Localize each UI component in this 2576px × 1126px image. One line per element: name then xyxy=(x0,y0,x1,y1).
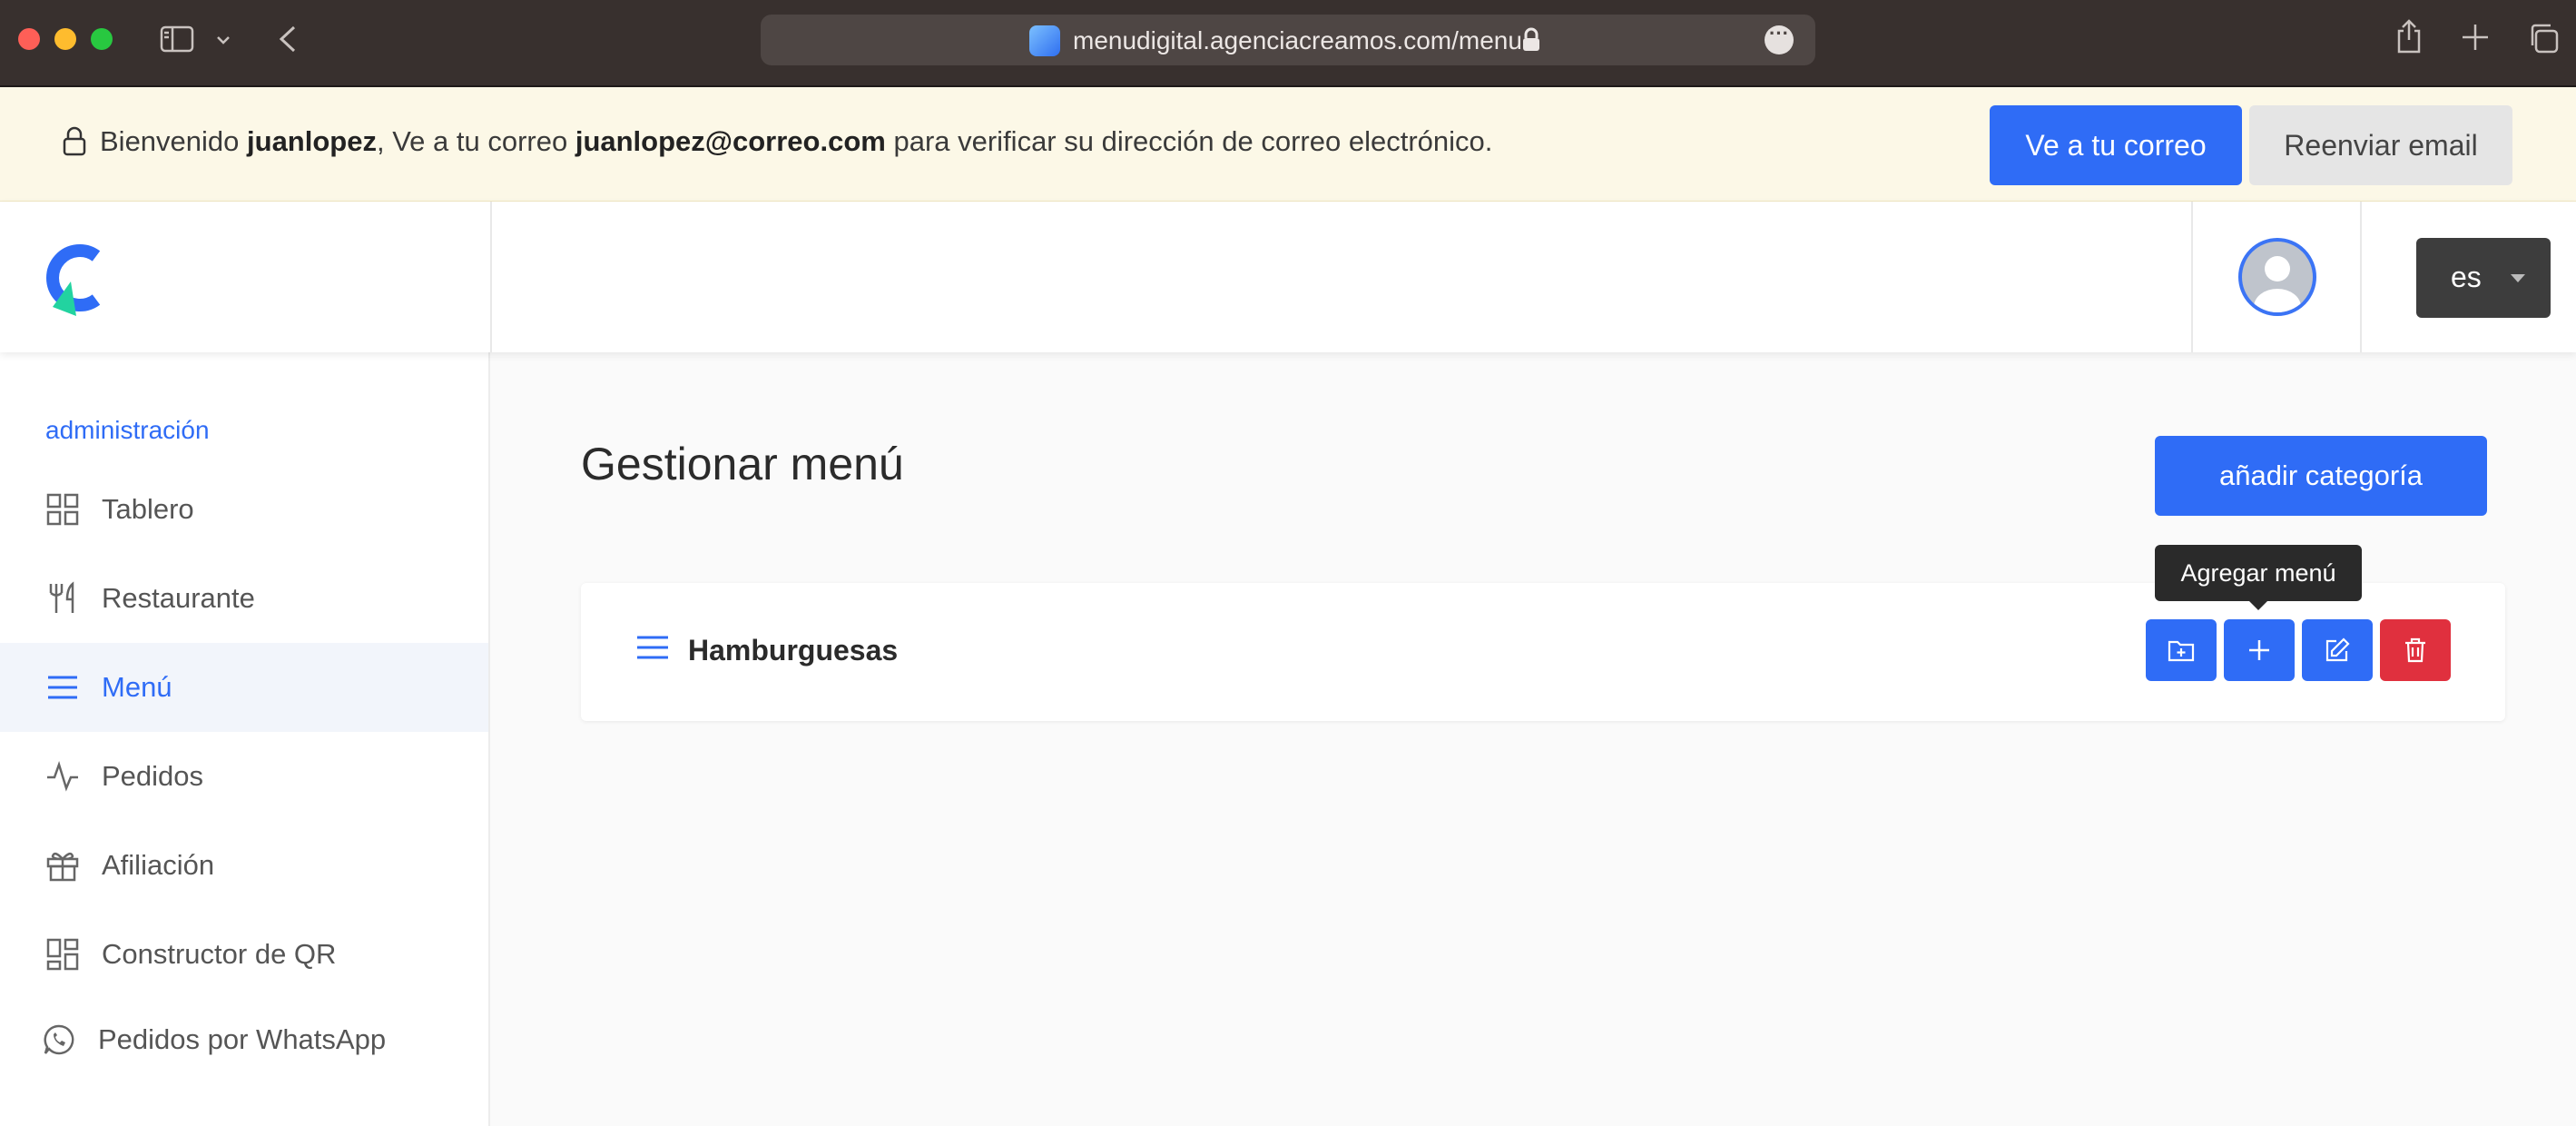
add-subfolder-button[interactable] xyxy=(2146,619,2217,681)
sidebar-section-title: administración xyxy=(45,416,210,444)
edit-icon xyxy=(2325,637,2350,662)
grid-icon xyxy=(46,493,79,526)
plus-icon xyxy=(2249,640,2269,660)
sidebar-item-qr-builder[interactable]: Constructor de QR xyxy=(0,910,488,999)
email-verification-banner: Bienvenido juanlopez, Ve a tu correo jua… xyxy=(0,87,2576,202)
edit-category-button[interactable] xyxy=(2302,619,2373,681)
category-card: Hamburguesas xyxy=(581,583,2505,721)
trash-icon xyxy=(2405,637,2425,663)
sidebar-item-label: Constructor de QR xyxy=(102,938,337,970)
sidebar-item-label: Pedidos por WhatsApp xyxy=(98,1023,387,1055)
header-divider xyxy=(2360,202,2362,352)
app-header: es xyxy=(0,202,2576,352)
sidebar-item-restaurante[interactable]: Restaurante xyxy=(0,554,488,643)
qr-grid-icon xyxy=(46,938,79,971)
delete-category-button[interactable] xyxy=(2380,619,2451,681)
user-avatar[interactable] xyxy=(2238,238,2316,316)
lock-icon xyxy=(63,126,86,156)
banner-email: juanlopez@correo.com xyxy=(575,125,886,157)
more-options-icon[interactable]: ··· xyxy=(1765,24,1794,54)
gift-icon xyxy=(46,852,79,882)
sidebar-item-label: Afiliación xyxy=(102,849,215,881)
language-value: es xyxy=(2451,261,2482,293)
verification-message: Bienvenido juanlopez, Ve a tu correo jua… xyxy=(100,125,1493,157)
lock-icon xyxy=(1523,27,1539,51)
resend-email-button[interactable]: Reenviar email xyxy=(2249,105,2512,185)
header-divider xyxy=(2191,202,2193,352)
zoom-window-button[interactable] xyxy=(91,28,113,50)
whatsapp-icon xyxy=(44,1024,74,1055)
close-window-button[interactable] xyxy=(18,28,40,50)
share-icon[interactable] xyxy=(2394,18,2424,54)
sidebar: administración Tablero Restaurante Menú … xyxy=(0,352,490,1126)
menu-lines-icon[interactable] xyxy=(635,634,670,661)
banner-username: juanlopez xyxy=(247,125,377,157)
header-divider xyxy=(490,202,492,352)
sidebar-item-tablero[interactable]: Tablero xyxy=(0,465,488,554)
sidebar-item-label: Menú xyxy=(102,671,172,703)
tooltip-arrow xyxy=(2249,601,2267,610)
sidebar-item-menu[interactable]: Menú xyxy=(0,643,488,732)
sidebar-toggle-icon[interactable] xyxy=(160,25,194,53)
sidebar-item-whatsapp-orders[interactable]: Pedidos por WhatsApp xyxy=(0,995,488,1084)
tab-overview-icon[interactable] xyxy=(2527,22,2560,54)
sidebar-item-label: Restaurante xyxy=(102,582,255,614)
user-silhouette-icon xyxy=(2254,256,2301,312)
add-category-button[interactable]: añadir categoría xyxy=(2155,436,2487,516)
minimize-window-button[interactable] xyxy=(54,28,76,50)
language-select[interactable]: es xyxy=(2416,238,2551,318)
activity-icon xyxy=(47,761,78,792)
sidebar-item-afiliacion[interactable]: Afiliación xyxy=(0,821,488,910)
sidebar-item-label: Pedidos xyxy=(102,760,204,792)
site-favicon-icon xyxy=(1029,25,1060,56)
menu-lines-icon xyxy=(48,676,77,699)
page-title: Gestionar menú xyxy=(581,439,904,489)
go-to-mail-button[interactable]: Ve a tu correo xyxy=(1990,105,2242,185)
browser-toolbar: menudigital.agenciacreamos.com/menu ··· xyxy=(0,0,2576,87)
url-text: menudigital.agenciacreamos.com/menu xyxy=(1073,26,1522,54)
add-menu-button[interactable] xyxy=(2224,619,2295,681)
caret-down-icon xyxy=(2511,274,2525,282)
new-tab-icon[interactable] xyxy=(2460,22,2491,53)
folder-plus-icon xyxy=(2168,640,2195,662)
chevron-down-icon[interactable] xyxy=(214,31,232,49)
add-menu-tooltip: Agregar menú xyxy=(2155,545,2362,601)
brand-logo-icon[interactable] xyxy=(40,236,109,320)
category-name: Hamburguesas xyxy=(688,634,899,667)
back-arrow-icon[interactable] xyxy=(276,24,300,54)
fork-knife-icon xyxy=(49,581,74,613)
sidebar-item-label: Tablero xyxy=(102,493,194,525)
sidebar-item-pedidos[interactable]: Pedidos xyxy=(0,732,488,821)
address-bar[interactable]: menudigital.agenciacreamos.com/menu ··· xyxy=(761,15,1815,65)
